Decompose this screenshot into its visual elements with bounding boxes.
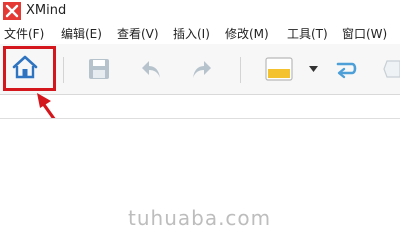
- highlight-box: [3, 46, 56, 91]
- redo-icon[interactable]: [191, 59, 213, 81]
- boundary-icon[interactable]: [383, 58, 400, 80]
- title-bar: XMind: [0, 0, 400, 22]
- undo-icon[interactable]: [140, 59, 162, 81]
- menu-window[interactable]: 窗口(W): [342, 25, 387, 42]
- menu-file[interactable]: 文件(F): [4, 25, 44, 42]
- menu-tools[interactable]: 工具(T): [287, 25, 328, 42]
- menu-view[interactable]: 查看(V): [117, 25, 159, 42]
- toolbar-separator: [63, 57, 64, 83]
- dropdown-arrow-icon[interactable]: [309, 66, 318, 72]
- menu-edit[interactable]: 编辑(E): [61, 25, 102, 42]
- save-icon[interactable]: [88, 58, 110, 80]
- toolbar-separator: [240, 57, 241, 83]
- xmind-logo-icon: [3, 2, 21, 20]
- style-icon[interactable]: [265, 57, 293, 81]
- menu-bar: 文件(F) 编辑(E) 查看(V) 插入(I) 修改(M) 工具(T) 窗口(W…: [0, 22, 400, 45]
- app-title: XMind: [26, 3, 67, 18]
- toolbar: [0, 44, 400, 95]
- relationship-icon[interactable]: [335, 58, 359, 80]
- watermark-text: tuhuaba.com: [128, 206, 272, 230]
- menu-modify[interactable]: 修改(M): [225, 25, 269, 42]
- menu-insert[interactable]: 插入(I): [173, 25, 210, 42]
